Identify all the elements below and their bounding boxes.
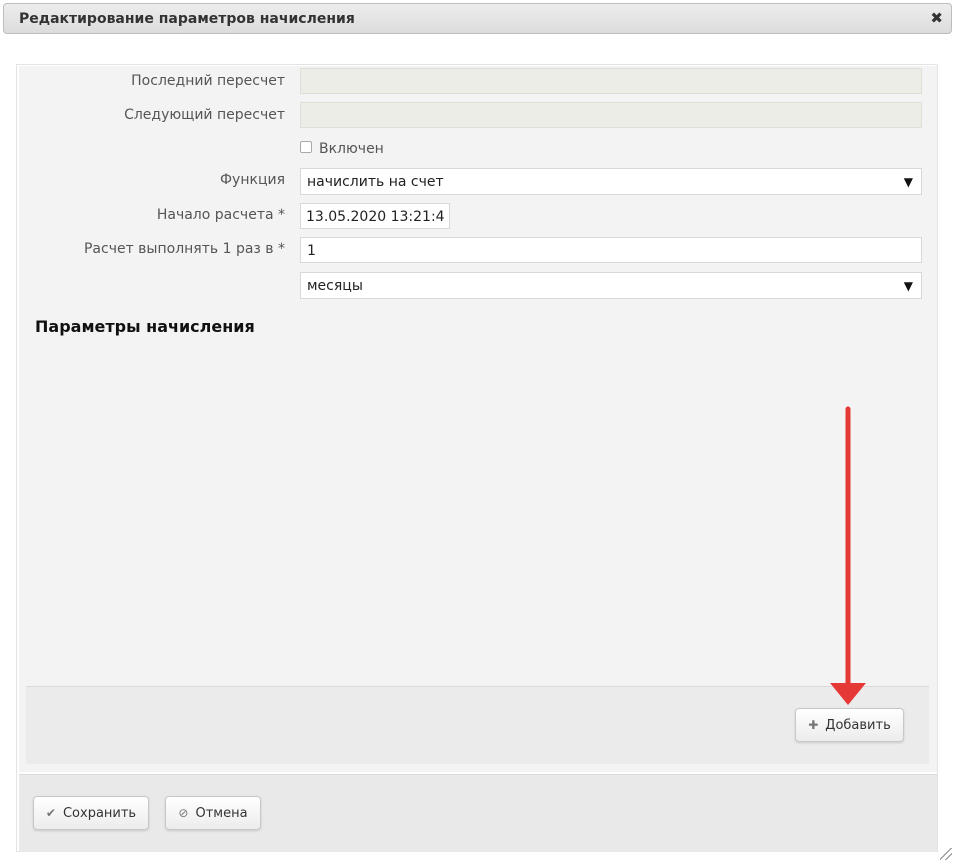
start-label: Начало расчета * [156, 207, 285, 223]
dropdown-arrow-icon: ▼ [903, 279, 913, 293]
next-recalc-label: Следующий пересчет [124, 107, 285, 123]
cancel-icon: ⊘ [178, 806, 189, 820]
save-button-label: Сохранить [62, 806, 137, 821]
period-unit-select[interactable]: месяцы ▼ [300, 272, 922, 299]
function-select[interactable]: начислить на счет ▼ [300, 168, 922, 195]
red-arrow-icon [830, 406, 866, 705]
function-value: начислить на счет [307, 174, 444, 190]
cancel-button[interactable]: ⊘ Отмена [165, 796, 261, 830]
period-unit-value: месяцы [307, 278, 363, 294]
section-title: Параметры начисления [35, 317, 255, 336]
period-input[interactable]: 1 [300, 237, 922, 263]
last-recalc-field [300, 68, 922, 94]
dialog-footer [19, 774, 937, 852]
last-recalc-label: Последний пересчет [131, 73, 285, 89]
add-button[interactable]: ✚ Добавить [795, 708, 904, 742]
function-label: Функция [220, 172, 285, 188]
save-button[interactable]: ✔ Сохранить [33, 796, 149, 830]
enabled-checkbox[interactable] [300, 141, 312, 153]
enabled-label: Включен [319, 141, 384, 157]
add-button-label: Добавить [825, 718, 891, 733]
dialog-title: Редактирование параметров начисления [19, 11, 355, 27]
resize-handle-icon[interactable] [940, 848, 952, 860]
dropdown-arrow-icon: ▼ [903, 175, 913, 189]
check-icon: ✔ [45, 806, 56, 820]
cancel-button-label: Отмена [195, 806, 248, 821]
plus-icon: ✚ [808, 718, 819, 732]
next-recalc-field [300, 102, 922, 128]
close-icon[interactable]: ✖ [930, 9, 943, 27]
period-label: Расчет выполнять 1 раз в * [83, 241, 285, 257]
start-datetime-input[interactable]: 13.05.2020 13:21:4 [300, 203, 450, 229]
dialog-titlebar: Редактирование параметров начисления ✖ [3, 3, 952, 34]
params-list-footer [26, 686, 929, 764]
